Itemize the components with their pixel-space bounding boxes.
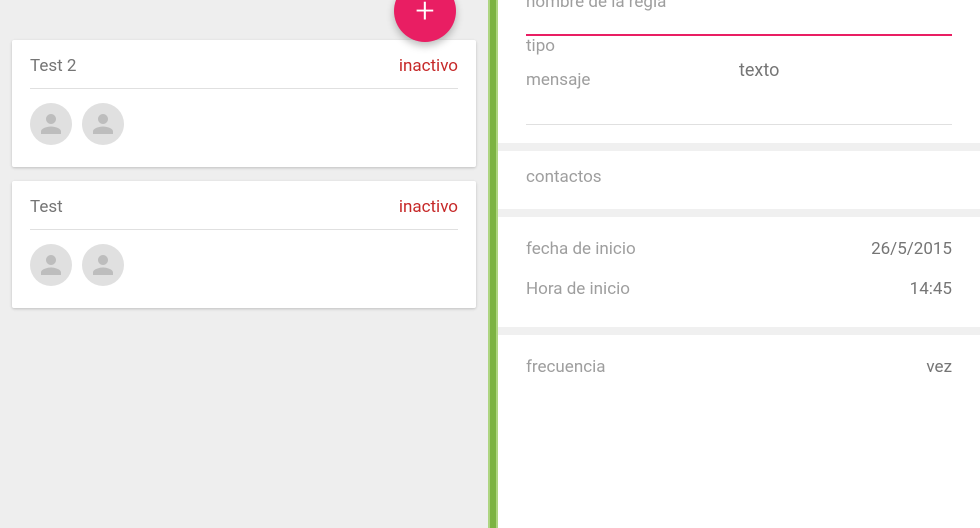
rule-card-header: Test inactivo (30, 197, 458, 230)
panel-divider (488, 0, 498, 528)
rule-contacts-avatars (30, 103, 458, 151)
avatar-icon (30, 244, 72, 286)
message-input[interactable] (526, 124, 952, 125)
contacts-label: contactos (526, 167, 602, 187)
rule-title: Test 2 (30, 56, 76, 76)
rule-card-header: Test 2 inactivo (30, 56, 458, 89)
rule-status: inactivo (399, 56, 458, 76)
rule-form-panel: nombre de la regla tipo mensaje texto co… (498, 0, 980, 528)
frequency-section[interactable]: frecuencia vez (498, 335, 980, 405)
rules-list-panel: + Test 2 inactivo Test inactivo (0, 0, 488, 528)
datetime-section: fecha de inicio 26/5/2015 Hora de inicio… (498, 217, 980, 335)
start-date-label: fecha de inicio (526, 239, 636, 259)
message-label: mensaje (526, 70, 739, 90)
rule-title: Test (30, 197, 63, 217)
avatar-icon (82, 103, 124, 145)
plus-icon: + (415, 0, 434, 31)
start-time-row[interactable]: Hora de inicio 14:45 (526, 269, 952, 309)
type-value[interactable]: texto (739, 44, 952, 81)
rule-card[interactable]: Test 2 inactivo (12, 40, 476, 167)
rule-status: inactivo (399, 197, 458, 217)
avatar-icon (30, 103, 72, 145)
rule-contacts-avatars (30, 244, 458, 292)
start-time-value: 14:45 (910, 279, 952, 299)
start-time-label: Hora de inicio (526, 279, 630, 299)
avatar-icon (82, 244, 124, 286)
start-date-value: 26/5/2015 (871, 239, 952, 259)
name-type-section: nombre de la regla tipo mensaje texto (498, 0, 980, 151)
contacts-section[interactable]: contactos (498, 151, 980, 217)
add-rule-fab[interactable]: + (394, 0, 456, 42)
frequency-value: vez (926, 357, 952, 377)
rule-name-label: nombre de la regla (526, 0, 952, 12)
start-date-row[interactable]: fecha de inicio 26/5/2015 (526, 229, 952, 269)
frequency-label: frecuencia (526, 357, 605, 377)
type-label: tipo (526, 36, 739, 56)
rule-card[interactable]: Test inactivo (12, 181, 476, 308)
